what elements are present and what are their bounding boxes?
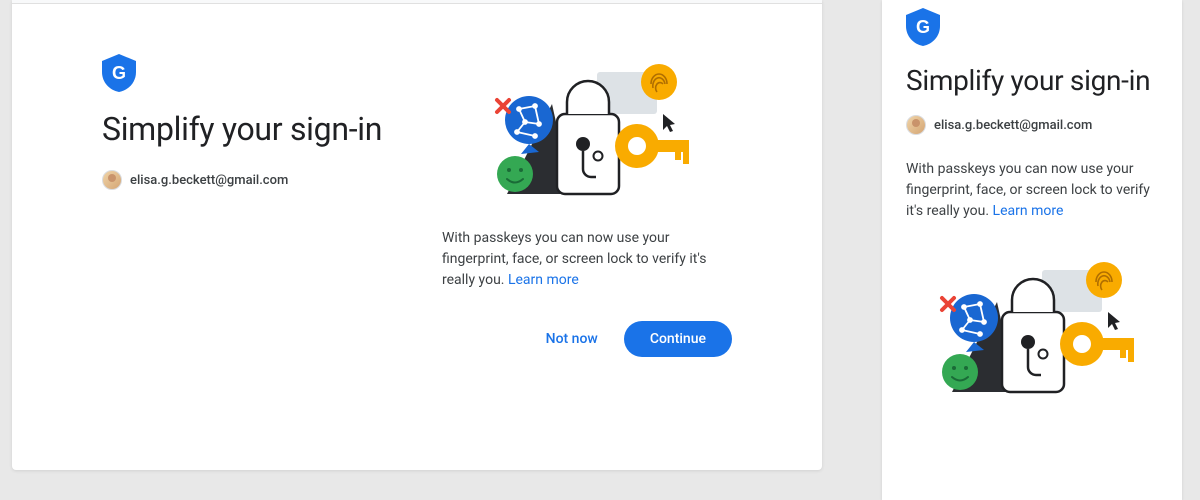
google-shield-icon: G [102,54,136,92]
learn-more-link[interactable]: Learn more [508,272,579,288]
avatar [906,115,926,135]
account-chip[interactable]: elisa.g.beckett@gmail.com [102,170,288,190]
learn-more-link[interactable]: Learn more [993,203,1064,219]
desktop-browser-window: G Simplify your sign-in elisa.g.beckett@… [12,0,822,470]
svg-text:G: G [916,17,930,37]
page-title: Simplify your sign-in [906,64,1158,97]
passkey-illustration [922,262,1142,402]
account-email: elisa.g.beckett@gmail.com [130,173,288,188]
description-text: With passkeys you can now use your finge… [906,159,1158,222]
account-email: elisa.g.beckett@gmail.com [934,118,1092,133]
avatar [102,170,122,190]
description-text: With passkeys you can now use your finge… [442,228,732,291]
not-now-button[interactable]: Not now [528,321,616,357]
google-shield-icon: G [906,8,940,46]
account-chip[interactable]: elisa.g.beckett@gmail.com [906,115,1092,135]
svg-text:G: G [112,63,126,83]
mobile-window: G Simplify your sign-in elisa.g.beckett@… [882,0,1182,500]
continue-button[interactable]: Continue [624,321,732,357]
passkey-illustration [477,64,697,204]
page-title: Simplify your sign-in [102,110,402,148]
